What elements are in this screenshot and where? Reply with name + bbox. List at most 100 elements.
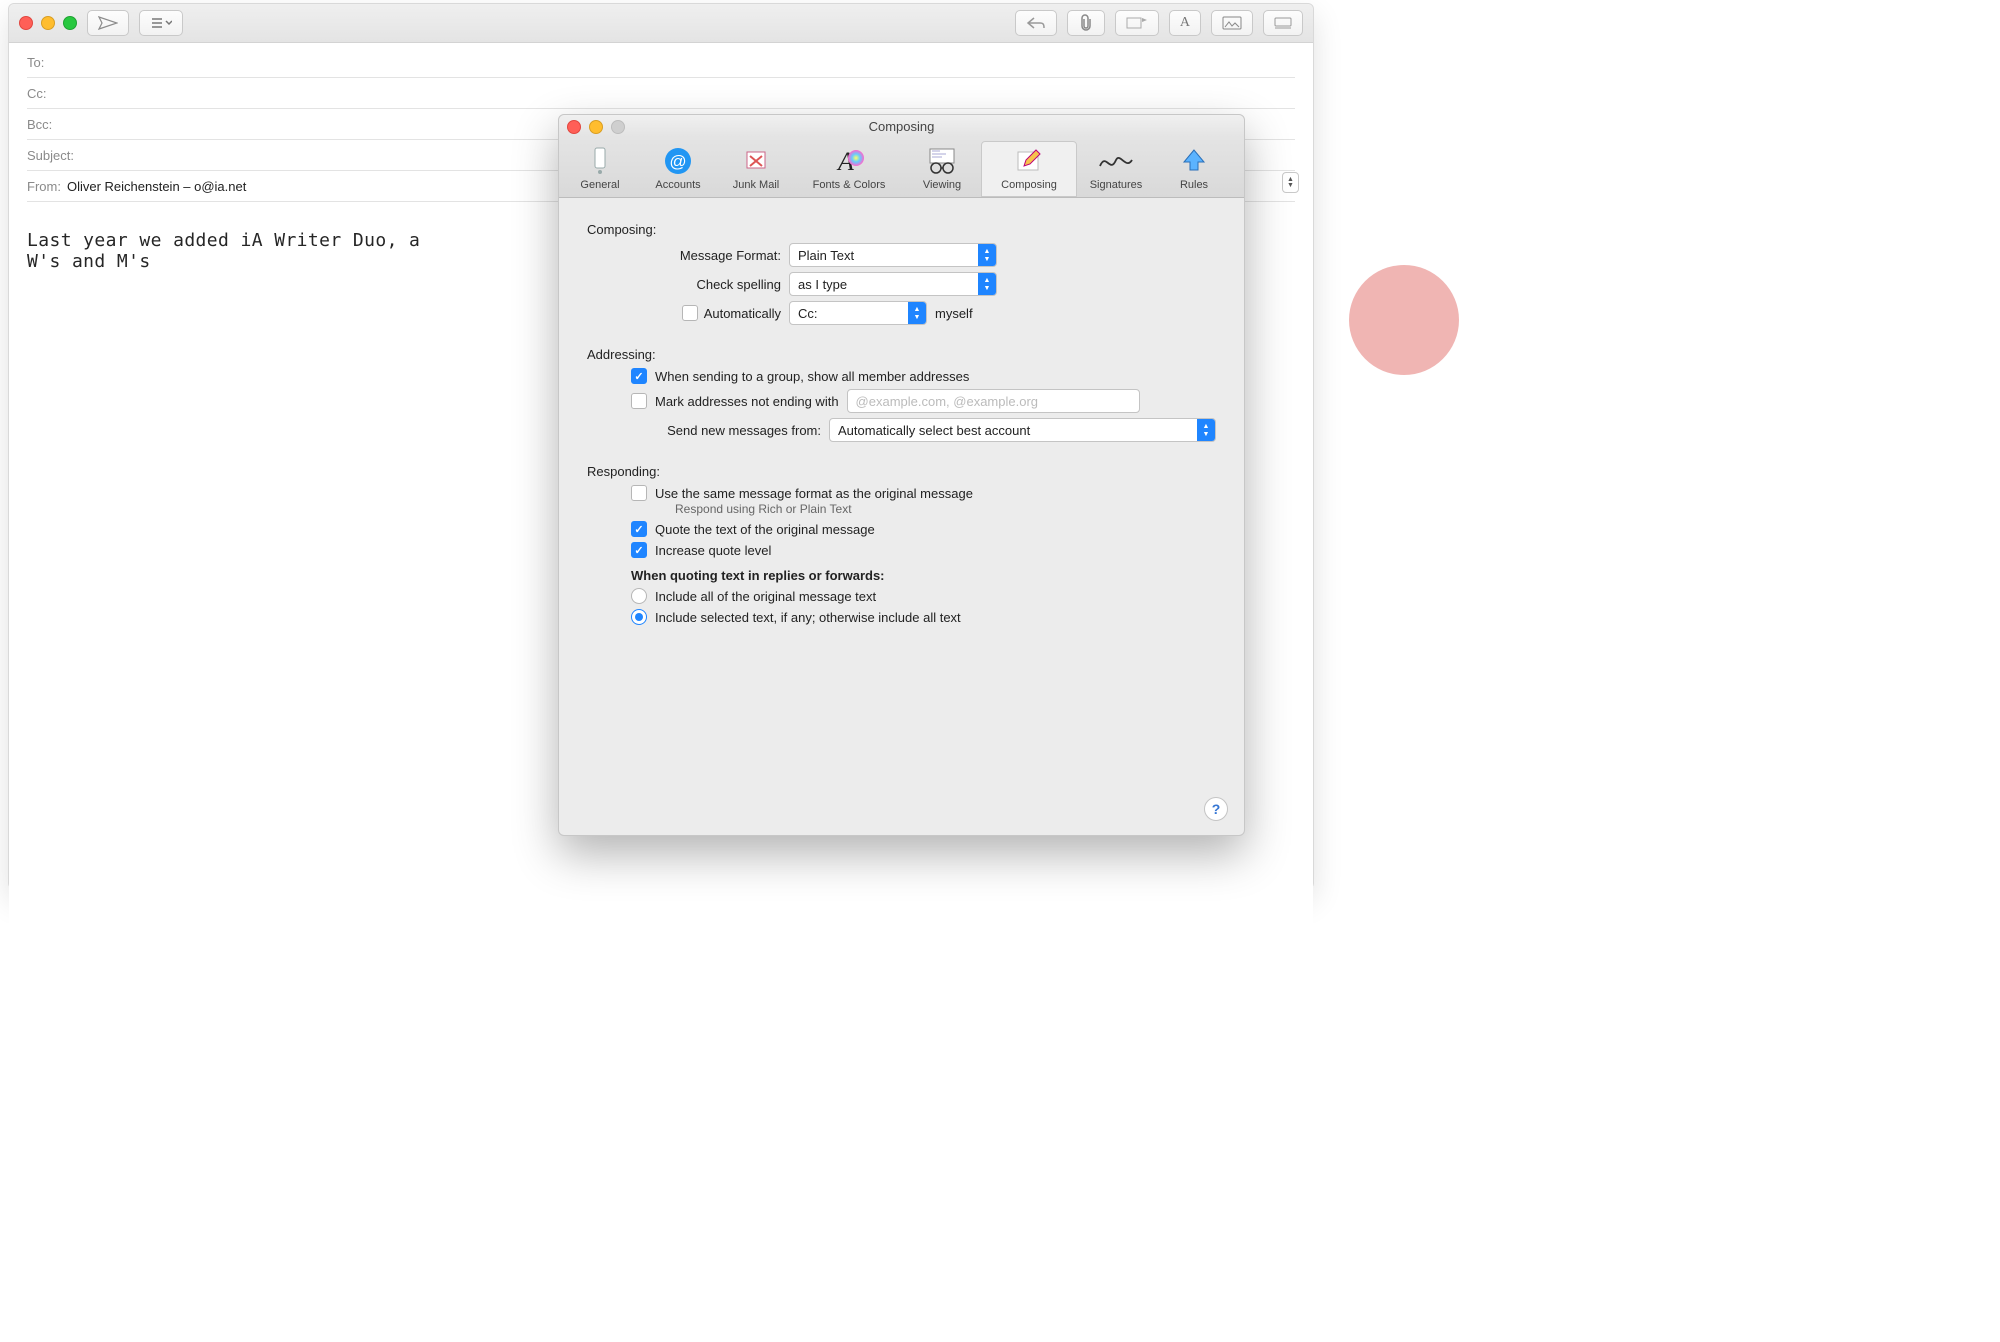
prefs-zoom-button bbox=[611, 120, 625, 134]
include-all-row: Include all of the original message text bbox=[631, 588, 1216, 604]
when-quoting-heading: When quoting text in replies or forwards… bbox=[631, 568, 1216, 583]
mark-addresses-checkbox[interactable] bbox=[631, 393, 647, 409]
tab-signatures[interactable]: Signatures bbox=[1077, 141, 1155, 197]
markup-button[interactable] bbox=[1115, 10, 1159, 36]
cc-label: Cc: bbox=[27, 86, 47, 101]
header-fields-button[interactable] bbox=[139, 10, 183, 36]
prefs-minimize-button[interactable] bbox=[589, 120, 603, 134]
preferences-window: Composing General @ Accounts Junk Mail A bbox=[558, 114, 1245, 836]
header-to-row[interactable]: To: bbox=[27, 47, 1295, 78]
fonts-icon: A bbox=[803, 145, 895, 177]
same-format-checkbox[interactable] bbox=[631, 485, 647, 501]
mark-addresses-row: Mark addresses not ending with @example.… bbox=[631, 389, 1216, 413]
check-spelling-row: Check spelling as I type bbox=[631, 272, 1216, 296]
mark-addresses-input[interactable]: @example.com, @example.org bbox=[847, 389, 1140, 413]
tab-rules-label: Rules bbox=[1163, 179, 1225, 191]
preferences-title: Composing bbox=[869, 119, 935, 134]
group-addresses-label: When sending to a group, show all member… bbox=[655, 369, 969, 384]
tab-accounts[interactable]: @ Accounts bbox=[639, 141, 717, 197]
tab-signatures-label: Signatures bbox=[1085, 179, 1147, 191]
from-value: Oliver Reichenstein – o@ia.net bbox=[67, 179, 246, 194]
preferences-titlebar: Composing bbox=[559, 115, 1244, 137]
general-icon bbox=[569, 145, 631, 177]
tab-fonts[interactable]: A Fonts & Colors bbox=[795, 141, 903, 197]
photo-browser-button[interactable] bbox=[1211, 10, 1253, 36]
message-format-select[interactable]: Plain Text bbox=[789, 243, 997, 267]
include-selected-row: Include selected text, if any; otherwise… bbox=[631, 609, 1216, 625]
quote-original-row: Quote the text of the original message bbox=[631, 521, 1216, 537]
group-addresses-checkbox[interactable] bbox=[631, 368, 647, 384]
from-account-chevron[interactable]: ▲▼ bbox=[1282, 172, 1299, 193]
help-button[interactable]: ? bbox=[1204, 797, 1228, 821]
header-cc-row[interactable]: Cc: bbox=[27, 78, 1295, 109]
automatically-label: Automatically bbox=[704, 306, 781, 321]
check-spelling-value: as I type bbox=[790, 277, 978, 292]
same-format-label: Use the same message format as the origi… bbox=[655, 486, 973, 501]
prefs-window-controls bbox=[567, 120, 625, 134]
svg-text:@: @ bbox=[669, 152, 686, 171]
include-all-radio[interactable] bbox=[631, 588, 647, 604]
rules-icon bbox=[1163, 145, 1225, 177]
select-chevrons-icon bbox=[908, 302, 926, 324]
tab-rules[interactable]: Rules bbox=[1155, 141, 1233, 197]
prefs-close-button[interactable] bbox=[567, 120, 581, 134]
when-quoting-label: When quoting text in replies or forwards… bbox=[631, 568, 885, 583]
composing-icon bbox=[989, 145, 1069, 177]
to-input[interactable] bbox=[50, 54, 1295, 71]
automatically-checkbox[interactable] bbox=[682, 305, 698, 321]
tab-fonts-label: Fonts & Colors bbox=[803, 179, 895, 191]
junk-icon bbox=[725, 145, 787, 177]
tab-general-label: General bbox=[569, 179, 631, 191]
addressing-section-title: Addressing: bbox=[587, 347, 1216, 362]
tab-viewing[interactable]: Viewing bbox=[903, 141, 981, 197]
select-chevrons-icon bbox=[978, 244, 996, 266]
quote-original-label: Quote the text of the original message bbox=[655, 522, 875, 537]
bcc-label: Bcc: bbox=[27, 117, 52, 132]
send-button[interactable] bbox=[87, 10, 129, 36]
group-addresses-row: When sending to a group, show all member… bbox=[631, 368, 1216, 384]
message-format-label: Message Format: bbox=[631, 248, 781, 263]
window-titlebar: A bbox=[9, 4, 1313, 43]
tab-junk[interactable]: Junk Mail bbox=[717, 141, 795, 197]
signatures-icon bbox=[1085, 145, 1147, 177]
increase-quote-row: Increase quote level bbox=[631, 542, 1216, 558]
tab-general[interactable]: General bbox=[561, 141, 639, 197]
responding-section-title: Responding: bbox=[587, 464, 1216, 479]
quote-original-checkbox[interactable] bbox=[631, 521, 647, 537]
composing-section-title: Composing: bbox=[587, 222, 1216, 237]
zoom-window-button[interactable] bbox=[63, 16, 77, 30]
subject-label: Subject: bbox=[27, 148, 74, 163]
reply-button[interactable] bbox=[1015, 10, 1057, 36]
preferences-body: Composing: Message Format: Plain Text Ch… bbox=[559, 198, 1244, 646]
select-chevrons-icon bbox=[978, 273, 996, 295]
increase-quote-checkbox[interactable] bbox=[631, 542, 647, 558]
from-label: From: bbox=[27, 179, 61, 194]
minimize-window-button[interactable] bbox=[41, 16, 55, 30]
include-selected-radio[interactable] bbox=[631, 609, 647, 625]
send-from-select[interactable]: Automatically select best account bbox=[829, 418, 1216, 442]
include-all-label: Include all of the original message text bbox=[655, 589, 876, 604]
check-spelling-label: Check spelling bbox=[631, 277, 781, 292]
close-window-button[interactable] bbox=[19, 16, 33, 30]
automatically-cc-row: Automatically Cc: myself bbox=[631, 301, 1216, 325]
tab-composing[interactable]: Composing bbox=[981, 141, 1077, 197]
same-format-note: Respond using Rich or Plain Text bbox=[675, 502, 852, 516]
automatically-cc-select[interactable]: Cc: bbox=[789, 301, 927, 325]
tab-viewing-label: Viewing bbox=[911, 179, 973, 191]
mark-addresses-label: Mark addresses not ending with bbox=[655, 394, 839, 409]
preferences-toolbar: General @ Accounts Junk Mail A Fonts & C… bbox=[559, 137, 1244, 198]
send-from-row: Send new messages from: Automatically se… bbox=[587, 418, 1216, 442]
format-button[interactable]: A bbox=[1169, 10, 1201, 36]
emoji-button[interactable] bbox=[1263, 10, 1303, 36]
annotation-highlight bbox=[1349, 265, 1459, 375]
check-spelling-select[interactable]: as I type bbox=[789, 272, 997, 296]
accounts-icon: @ bbox=[647, 145, 709, 177]
send-from-label: Send new messages from: bbox=[587, 423, 821, 438]
cc-input[interactable] bbox=[53, 85, 1296, 102]
automatically-cc-value: Cc: bbox=[790, 306, 908, 321]
automatically-suffix: myself bbox=[935, 306, 973, 321]
include-selected-label: Include selected text, if any; otherwise… bbox=[655, 610, 961, 625]
tab-composing-label: Composing bbox=[989, 179, 1069, 191]
attach-button[interactable] bbox=[1067, 10, 1105, 36]
message-format-value: Plain Text bbox=[790, 248, 978, 263]
